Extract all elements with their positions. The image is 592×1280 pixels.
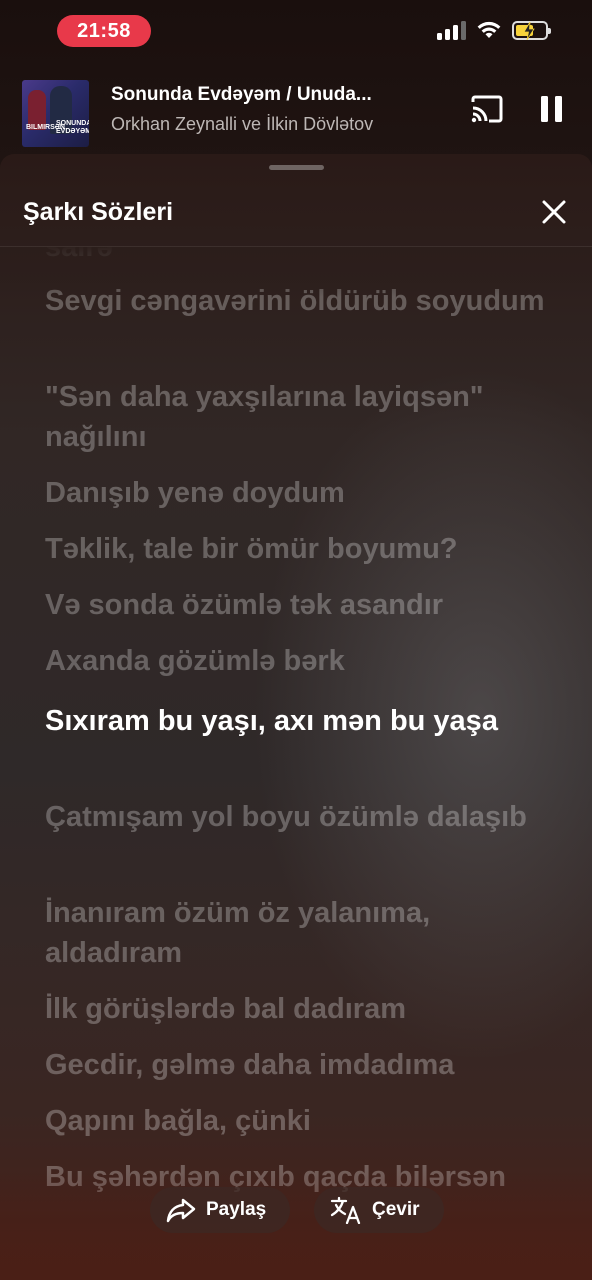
lyric-line[interactable]: Danışıb yenə doydum (45, 473, 545, 513)
sheet-header: Şarkı Sözleri (0, 176, 592, 247)
close-icon[interactable] (540, 198, 568, 226)
status-bar: 21:58 (0, 0, 592, 64)
translate-label: Çevir (372, 1199, 420, 1220)
share-button[interactable]: Paylaş (150, 1187, 290, 1233)
lyric-line[interactable]: Qapını bağla, çünki (45, 1101, 545, 1141)
lyric-line[interactable]: Gecdir, gəlmə daha imdadıma (45, 1045, 545, 1085)
album-art[interactable]: BILMIRSƏN SONUNDA EVDƏYƏM (22, 80, 89, 147)
signal-icon (437, 20, 466, 40)
translate-icon (330, 1196, 361, 1224)
cast-icon[interactable] (470, 94, 504, 124)
lyric-line[interactable]: Və sonda özümlə tək asandır (45, 585, 545, 625)
lyric-line[interactable]: Təklik, tale bir ömür boyumu? (45, 529, 545, 569)
share-icon (166, 1198, 196, 1223)
wifi-icon (477, 21, 501, 38)
sheet-title: Şarkı Sözleri (23, 198, 174, 226)
screen: 21:58 BILMIRSƏN SONUNDA EVDƏYƏM Sonunda … (0, 0, 592, 1280)
lyric-line[interactable]: İlk görüşlərdə bal dadıram (45, 989, 545, 1029)
lyrics-sheet: Şarkı Sözleri sairəSevgi cəngavərini öld… (0, 154, 592, 1280)
battery-charging-icon (512, 20, 551, 40)
lyric-line[interactable]: Çatmışam yol boyu özümlə dalaşıb (45, 797, 545, 877)
now-playing-bar[interactable]: BILMIRSƏN SONUNDA EVDƏYƏM Sonunda Evdəyə… (0, 72, 592, 152)
lyric-line[interactable]: "Sən daha yaxşılarına layiqsən" nağılını (45, 377, 545, 457)
status-time[interactable]: 21:58 (57, 15, 151, 47)
lyrics-list[interactable]: sairəSevgi cəngavərini öldürüb soyudum"S… (0, 247, 592, 1280)
lyric-line[interactable]: İnanıram özüm öz yalanıma, aldadıram (45, 893, 545, 973)
share-label: Paylaş (206, 1199, 267, 1220)
track-title[interactable]: Sonunda Evdəyəm / Unuda... (111, 84, 372, 106)
lyric-line[interactable]: Axanda gözümlə bərk (45, 641, 545, 681)
translate-button[interactable]: Çevir (314, 1187, 444, 1233)
track-artist[interactable]: Orkhan Zeynalli ve İlkin Dövlətov (111, 114, 373, 135)
sheet-grabber[interactable] (269, 165, 324, 170)
album-art-text-2: SONUNDA EVDƏYƏM (56, 120, 89, 135)
pause-icon (541, 96, 548, 122)
pause-button[interactable] (541, 96, 565, 124)
lyric-line-active[interactable]: Sıxıram bu yaşı, axı mən bu yaşa (45, 701, 545, 781)
status-icons (437, 20, 551, 40)
